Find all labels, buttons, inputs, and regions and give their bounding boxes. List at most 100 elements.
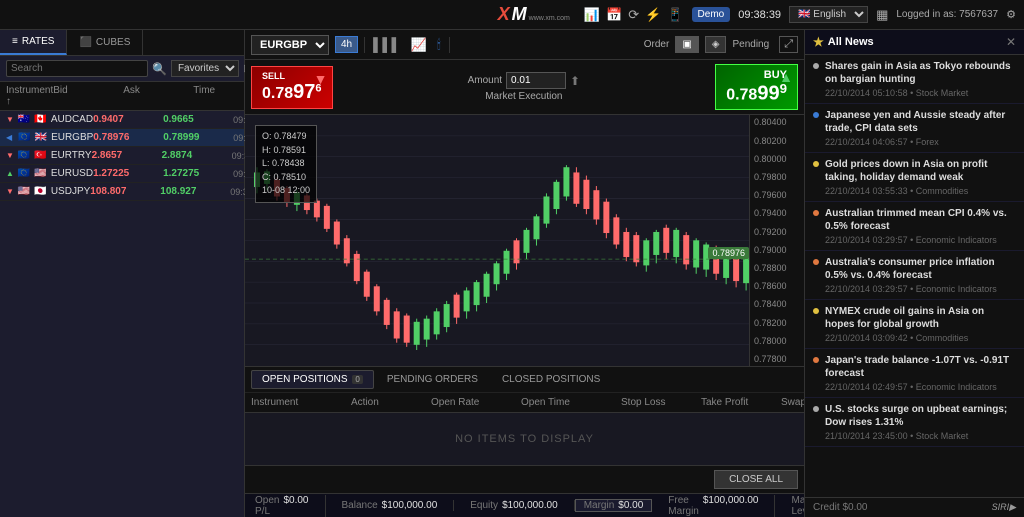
instrument-row-eurtry[interactable]: ▼ 🇪🇺 🇹🇷 EURTRY 2.8657 2.8874 09:38 [0,147,244,165]
candle-chart-icon[interactable]: 🕯 [435,37,443,53]
news-content-1: Japanese yen and Aussie steady after tra… [825,109,1016,147]
phone-icon[interactable]: 📱 [667,7,683,23]
news-item-7[interactable]: U.S. stocks surge on upbeat earnings; Do… [805,398,1024,447]
news-headline-1: Japanese yen and Aussie steady after tra… [825,109,1016,135]
bar-chart-icon[interactable]: ▌▌▌ [371,37,403,52]
news-headline-2: Gold prices down in Asia on profit takin… [825,158,1016,184]
news-item-2[interactable]: Gold prices down in Asia on profit takin… [805,153,1024,202]
flag-usd: 🇺🇸 [34,168,46,179]
left-panel: ≡ RATES ⬛ CUBES 🔍 Favorites ⊞ Instrument… [0,30,245,517]
news-meta-0: 22/10/2014 05:10:58 • Stock Market [825,88,1016,98]
price-level-13: 0.77800 [754,354,800,364]
ask-eurgbp: 0.78999 [163,132,233,143]
positions-panel: Instrument Action Open Rate Open Time St… [245,392,804,493]
search-bar: 🔍 Favorites ⊞ [0,56,244,82]
order-type-market[interactable]: ▣ [675,36,698,53]
cubes-label: CUBES [96,37,130,48]
ask-eurusd: 1.27275 [163,168,233,179]
sell-button[interactable]: SELL 0.78976 ▼ [251,66,333,109]
lightning-icon[interactable]: ⚡ [645,7,661,23]
balance-label: Balance [342,500,378,511]
tab-cubes[interactable]: ⬛ CUBES [67,30,143,55]
flag-cad: 🇨🇦 [34,114,46,125]
search-input[interactable] [6,60,148,77]
instrument-row-eurgbp[interactable]: ◀ 🇪🇺 🇬🇧 EURGBP 0.78976 0.78999 09:38 [0,129,244,147]
cubes-icon: ⬛ [79,37,91,48]
chart-icon[interactable]: 📊 [584,7,600,23]
calendar-icon[interactable]: 📅 [606,7,622,23]
price-level-12: 0.78000 [754,336,800,346]
chart-toolbar: EURGBP 4h ▌▌▌ 📈 🕯 Order ▣ ◈ Pending ⤢ [245,30,804,60]
news-dot-7 [813,406,819,412]
instrument-row-audcad[interactable]: ▼ 🇦🇺 🇨🇦 AUDCAD 0.9407 0.9665 09:38 [0,111,244,129]
instrument-row-usdjpy[interactable]: ▼ 🇺🇸 🇯🇵 USDJPY 108.807 108.927 09:38 [0,183,244,201]
price-level-8: 0.78800 [754,263,800,273]
symbol-eurgbp: EURGBP [51,132,93,143]
ohlc-l: L: 0.78438 [262,157,310,171]
news-item-6[interactable]: Japan's trade balance -1.07T vs. -0.91T … [805,349,1024,398]
news-meta-5: 22/10/2014 03:09:42 • Commodities [825,333,1016,343]
news-item-3[interactable]: Australian trimmed mean CPI 0.4% vs. 0.5… [805,202,1024,251]
buy-button[interactable]: BUY 0.78999 ▲ [715,64,798,110]
news-item-0[interactable]: Shares gain in Asia as Tokyo rebounds on… [805,55,1024,104]
news-item-5[interactable]: NYMEX crude oil gains in Asia on hopes f… [805,300,1024,349]
news-content-4: Australia's consumer price inflation 0.5… [825,256,1016,294]
news-dot-3 [813,210,819,216]
settings-icon[interactable]: ⚙ [1006,8,1016,21]
footer: Open P/L $0.00 Balance $100,000.00 Equit… [245,493,804,517]
tab-closed-positions-label: CLOSED POSITIONS [502,374,600,385]
order-type-limit[interactable]: ◈ [705,36,727,53]
col-ask: Ask [123,85,193,107]
sell-price: 0.78976 [262,81,322,104]
instrument-name-usdjpy: ▼ 🇺🇸 🇯🇵 USDJPY [6,186,90,197]
main-layout: ≡ RATES ⬛ CUBES 🔍 Favorites ⊞ Instrument… [0,30,1024,517]
pending-btn[interactable]: Pending [732,39,769,50]
timeframe-4h[interactable]: 4h [335,36,358,53]
tab-rates[interactable]: ≡ RATES [0,30,67,55]
equity-label: Equity [470,500,498,511]
news-meta-4: 22/10/2014 03:29:57 • Economic Indicator… [825,284,1016,294]
sell-arrow-icon: ▼ [314,71,328,87]
flag-try: 🇹🇷 [34,150,46,161]
line-chart-icon[interactable]: 📈 [409,37,429,53]
amount-stepper[interactable]: ⬆ [570,74,580,88]
language-select[interactable]: 🇬🇧 English [789,6,868,23]
flag-eur3: 🇪🇺 [18,168,30,179]
close-all-button[interactable]: CLOSE ALL [714,470,798,489]
news-close-icon[interactable]: ✕ [1006,35,1016,49]
col-time: Time [193,85,243,107]
rates-icon: ≡ [12,36,18,47]
siri-logo: SIRI▶ [992,502,1016,513]
news-item-4[interactable]: Australia's consumer price inflation 0.5… [805,251,1024,300]
instrument-row-eurusd[interactable]: ▲ 🇪🇺 🇺🇸 EURUSD 1.27225 1.27275 09:38 [0,165,244,183]
order-panel: Order ▣ ◈ Pending ⤢ [644,36,798,53]
hatch-icon: ▦ [876,7,888,23]
favorites-select[interactable]: Favorites [171,60,239,77]
price-level-10: 0.78400 [754,299,800,309]
bid-usdjpy: 108.807 [90,186,160,197]
amount-input[interactable] [506,72,566,89]
demo-badge: Demo [692,7,731,22]
logged-in-label: Logged in as: 7567637 [896,9,998,20]
news-item-1[interactable]: Japanese yen and Aussie steady after tra… [805,104,1024,153]
right-panel: ★ All News ✕ Shares gain in Asia as Toky… [804,30,1024,517]
flag-jpy: 🇯🇵 [34,186,46,197]
news-dot-6 [813,357,819,363]
symbol-select[interactable]: EURGBP [251,35,329,55]
col-instrument: Instrument ↑ [6,85,53,107]
open-positions-badge: 0 [352,375,362,384]
tab-open-positions[interactable]: OPEN POSITIONS 0 [251,370,374,389]
ask-usdjpy: 108.927 [160,186,230,197]
amount-row: Amount ⬆ [468,72,581,89]
symbol-usdjpy: USDJPY [51,186,90,197]
market-execution-label: Market Execution [485,91,562,102]
logo-sub: www.xm.com [529,15,570,22]
col-take-profit: Take Profit [701,397,781,408]
news-meta-3: 22/10/2014 03:29:57 • Economic Indicator… [825,235,1016,245]
expand-chart-btn[interactable]: ⤢ [779,36,798,53]
tab-closed-positions[interactable]: CLOSED POSITIONS [491,370,611,389]
col-instrument-pos: Instrument [251,397,351,408]
news-dot-5 [813,308,819,314]
refresh-icon[interactable]: ⟳ [628,7,639,23]
tab-pending-orders[interactable]: PENDING ORDERS [376,370,489,389]
